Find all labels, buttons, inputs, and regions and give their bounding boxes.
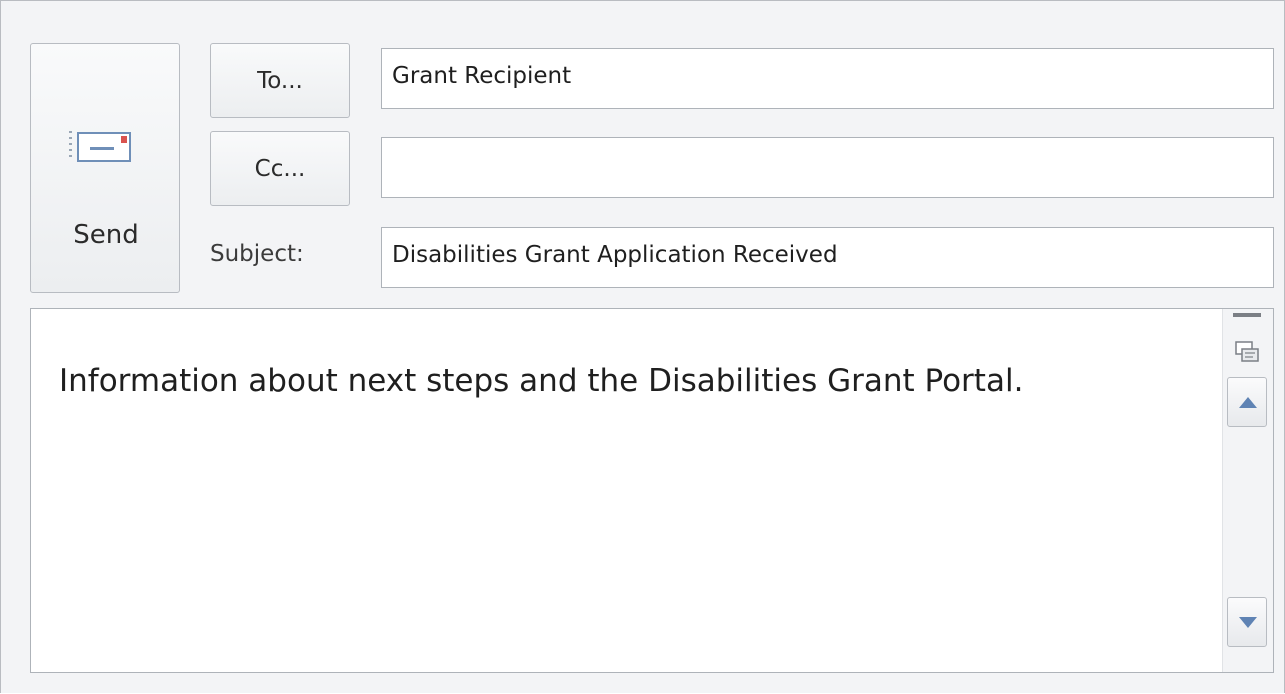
scroll-down-button[interactable] bbox=[1227, 597, 1267, 647]
subject-label: Subject: bbox=[210, 241, 304, 267]
compose-window: Send To... Cc... Subject: Grant Recipien… bbox=[0, 0, 1285, 693]
arrow-up-icon bbox=[1239, 397, 1257, 408]
vertical-scrollbar[interactable] bbox=[1222, 309, 1273, 672]
send-button[interactable]: Send bbox=[30, 43, 180, 293]
to-field[interactable]: Grant Recipient bbox=[381, 48, 1274, 109]
to-button[interactable]: To... bbox=[210, 43, 350, 118]
message-body-text: Information about next steps and the Dis… bbox=[59, 363, 1024, 399]
arrow-down-icon bbox=[1239, 617, 1257, 628]
message-body[interactable]: Information about next steps and the Dis… bbox=[30, 308, 1274, 673]
send-label: Send bbox=[73, 220, 139, 250]
cc-button[interactable]: Cc... bbox=[210, 131, 350, 206]
view-toggle-icon[interactable] bbox=[1234, 339, 1260, 365]
scroll-up-button[interactable] bbox=[1227, 377, 1267, 427]
envelope-send-icon bbox=[69, 131, 131, 162]
subject-field[interactable]: Disabilities Grant Application Received bbox=[381, 227, 1274, 288]
ruler-toggle[interactable] bbox=[1233, 313, 1261, 317]
cc-field[interactable] bbox=[381, 137, 1274, 198]
